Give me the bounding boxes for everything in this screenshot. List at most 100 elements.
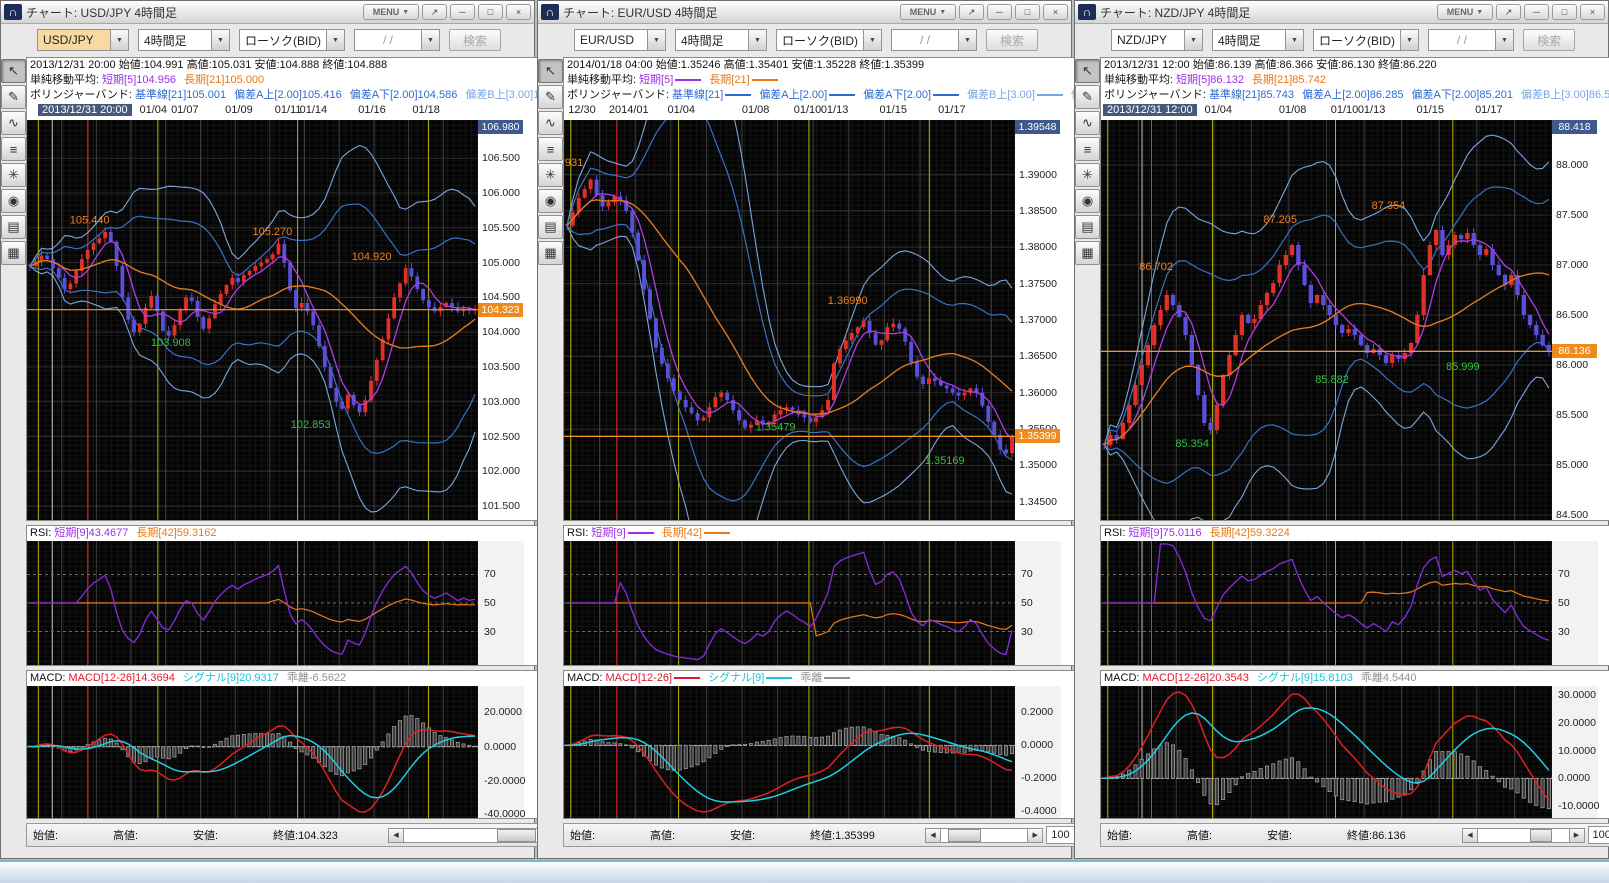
macd-canvas[interactable] bbox=[564, 686, 1015, 818]
scroll-right-button[interactable]: ▶ bbox=[1569, 828, 1585, 843]
symbol-tool-button[interactable]: ✳ bbox=[1, 163, 26, 187]
scroll-left-button[interactable]: ◀ bbox=[925, 828, 941, 843]
export-tool-button[interactable]: ▦ bbox=[1, 241, 26, 265]
maximize-button[interactable]: □ bbox=[1552, 4, 1577, 20]
timeframe-select[interactable]: 4時間足▼ bbox=[1212, 29, 1304, 51]
main-chart-canvas[interactable]: 86.70287.20587.35485.35485.88285.999 bbox=[1101, 120, 1552, 520]
indicator-tool-button[interactable]: ∿ bbox=[538, 111, 563, 135]
cursor-tool-button[interactable]: ↖ bbox=[1, 59, 26, 83]
scroll-left-button[interactable]: ◀ bbox=[1462, 828, 1478, 843]
macd-canvas[interactable] bbox=[27, 686, 478, 818]
scale-tool-button[interactable]: ≡ bbox=[538, 137, 563, 161]
date-input[interactable]: / /▼ bbox=[1428, 29, 1514, 51]
chart-type-select[interactable]: ローソク(BID)▼ bbox=[239, 29, 345, 51]
search-button[interactable]: 検索 bbox=[1523, 29, 1575, 51]
chevron-down-icon[interactable]: ▼ bbox=[748, 29, 767, 51]
chevron-down-icon[interactable]: ▼ bbox=[863, 29, 882, 51]
macd-tick: 30.0000 bbox=[1558, 689, 1596, 701]
cursor-tool-button[interactable]: ↖ bbox=[1075, 59, 1100, 83]
export-tool-button[interactable]: ▦ bbox=[538, 241, 563, 265]
maximize-button[interactable]: □ bbox=[478, 4, 503, 20]
popout-button[interactable]: ↗ bbox=[1496, 4, 1521, 20]
export-tool-icon: ▦ bbox=[1081, 245, 1093, 261]
date-tick: 01/16 bbox=[358, 104, 386, 116]
menu-button[interactable]: MENU▼ bbox=[900, 4, 956, 20]
pair-select[interactable]: USD/JPY▼ bbox=[37, 29, 129, 51]
date-input[interactable]: / /▼ bbox=[354, 29, 440, 51]
chevron-down-icon[interactable]: ▼ bbox=[1400, 29, 1419, 51]
chart-window: ∩ チャート: NZD/JPY 4時間足 MENU▼ ↗ ─ □ × NZD/J… bbox=[1074, 0, 1609, 859]
zoom-select[interactable]: 100▼ bbox=[1588, 826, 1609, 844]
draw-tool-button[interactable]: ✎ bbox=[1075, 85, 1100, 109]
close-button[interactable]: × bbox=[506, 4, 531, 20]
view-tool-button[interactable]: ◉ bbox=[1075, 189, 1100, 213]
chevron-down-icon[interactable]: ▼ bbox=[647, 29, 666, 51]
main-chart-canvas[interactable]: 9311.369901.354791.35169 bbox=[564, 120, 1015, 520]
symbol-tool-button[interactable]: ✳ bbox=[1075, 163, 1100, 187]
scrollbar-track[interactable] bbox=[941, 828, 1027, 843]
export-tool-button[interactable]: ▦ bbox=[1075, 241, 1100, 265]
menu-button[interactable]: MENU▼ bbox=[1437, 4, 1493, 20]
close-button[interactable]: × bbox=[1043, 4, 1068, 20]
minimize-button[interactable]: ─ bbox=[1524, 4, 1549, 20]
search-button[interactable]: 検索 bbox=[449, 29, 501, 51]
macd-tick: -0.4000 bbox=[1021, 805, 1057, 817]
rsi-canvas[interactable] bbox=[27, 541, 478, 665]
scrollbar-thumb[interactable] bbox=[1530, 829, 1552, 842]
rsi-canvas[interactable] bbox=[564, 541, 1015, 665]
chevron-down-icon[interactable]: ▼ bbox=[326, 29, 345, 51]
indicator-tool-button[interactable]: ∿ bbox=[1075, 111, 1100, 135]
titlebar[interactable]: ∩ チャート: USD/JPY 4時間足 MENU▼ ↗ ─ □ × bbox=[1, 1, 534, 24]
scroll-right-button[interactable]: ▶ bbox=[1027, 828, 1043, 843]
scrollbar-thumb[interactable] bbox=[948, 829, 981, 842]
chevron-down-icon[interactable]: ▼ bbox=[1285, 29, 1304, 51]
cursor-tool-button[interactable]: ↖ bbox=[538, 59, 563, 83]
view-tool-button[interactable]: ◉ bbox=[1, 189, 26, 213]
h-scrollbar[interactable]: ◀ ▶ bbox=[1462, 828, 1585, 843]
chevron-down-icon[interactable]: ▼ bbox=[958, 29, 977, 51]
chevron-down-icon[interactable]: ▼ bbox=[1495, 29, 1514, 51]
chevron-down-icon[interactable]: ▼ bbox=[421, 29, 440, 51]
date-input[interactable]: / /▼ bbox=[891, 29, 977, 51]
scroll-left-button[interactable]: ◀ bbox=[388, 828, 404, 843]
timeframe-select[interactable]: 4時間足▼ bbox=[675, 29, 767, 51]
pair-select[interactable]: EUR/USD▼ bbox=[574, 29, 666, 51]
chart-type-select[interactable]: ローソク(BID)▼ bbox=[776, 29, 882, 51]
symbol-tool-button[interactable]: ✳ bbox=[538, 163, 563, 187]
scrollbar-track[interactable] bbox=[1478, 828, 1569, 843]
maximize-button[interactable]: □ bbox=[1015, 4, 1040, 20]
view-tool-icon: ◉ bbox=[1082, 193, 1093, 209]
draw-tool-button[interactable]: ✎ bbox=[1, 85, 26, 109]
titlebar[interactable]: ∩ チャート: NZD/JPY 4時間足 MENU▼ ↗ ─ □ × bbox=[1075, 1, 1608, 24]
chevron-down-icon[interactable]: ▼ bbox=[1184, 29, 1203, 51]
pair-select[interactable]: NZD/JPY▼ bbox=[1111, 29, 1203, 51]
scale-tool-button[interactable]: ≡ bbox=[1075, 137, 1100, 161]
rsi-canvas[interactable] bbox=[1101, 541, 1552, 665]
macd-canvas[interactable] bbox=[1101, 686, 1552, 818]
indicator-tool-button[interactable]: ∿ bbox=[1, 111, 26, 135]
chart-type-value: ローソク(BID) bbox=[1313, 29, 1400, 51]
view-tool-button[interactable]: ◉ bbox=[538, 189, 563, 213]
menu-button[interactable]: MENU▼ bbox=[363, 4, 419, 20]
draw-tool-button[interactable]: ✎ bbox=[538, 85, 563, 109]
h-scrollbar[interactable]: ◀ ▶ bbox=[925, 828, 1043, 843]
timeframe-select[interactable]: 4時間足▼ bbox=[138, 29, 230, 51]
current-price-badge: 104.323 bbox=[478, 303, 523, 317]
minimize-button[interactable]: ─ bbox=[450, 4, 475, 20]
chart-type-select[interactable]: ローソク(BID)▼ bbox=[1313, 29, 1419, 51]
search-button[interactable]: 検索 bbox=[986, 29, 1038, 51]
chevron-down-icon[interactable]: ▼ bbox=[110, 29, 129, 51]
print-tool-button[interactable]: ▤ bbox=[538, 215, 563, 239]
scrollbar-thumb[interactable] bbox=[497, 829, 536, 842]
titlebar[interactable]: ∩ チャート: EUR/USD 4時間足 MENU▼ ↗ ─ □ × bbox=[538, 1, 1071, 24]
scale-tool-button[interactable]: ≡ bbox=[1, 137, 26, 161]
print-tool-button[interactable]: ▤ bbox=[1075, 215, 1100, 239]
popout-button[interactable]: ↗ bbox=[959, 4, 984, 20]
close-button[interactable]: × bbox=[1580, 4, 1605, 20]
main-chart-canvas[interactable]: 105.440105.270104.920103.908102.853 bbox=[27, 120, 478, 520]
chevron-down-icon[interactable]: ▼ bbox=[211, 29, 230, 51]
popout-button[interactable]: ↗ bbox=[422, 4, 447, 20]
print-tool-button[interactable]: ▤ bbox=[1, 215, 26, 239]
legend-prefix: RSI: bbox=[30, 527, 51, 539]
minimize-button[interactable]: ─ bbox=[987, 4, 1012, 20]
